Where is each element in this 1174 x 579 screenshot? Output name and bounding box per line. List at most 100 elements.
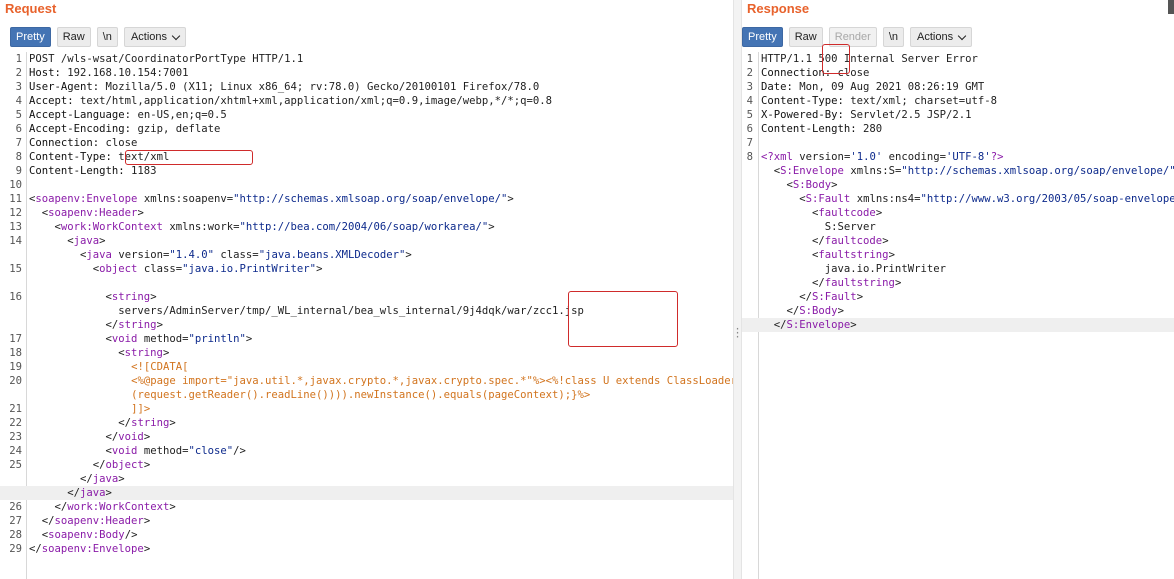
request-tab-raw[interactable]: Raw	[56, 27, 91, 47]
line-number: 10	[9, 179, 22, 191]
response-tab-pretty[interactable]: Pretty	[742, 27, 783, 47]
code-text: X-Powered-By: Servlet/2.5 JSP/2.1	[761, 109, 972, 121]
line-number: 18	[9, 347, 22, 359]
code-text: HTTP/1.1 500 Internal Server Error	[761, 53, 978, 65]
request-code-line: 24 <void method="close"/>	[0, 444, 733, 458]
request-tab-pretty[interactable]: Pretty	[10, 27, 51, 47]
line-number: 9	[15, 165, 22, 177]
response-code-line: 8 <?xml version='1.0' encoding='UTF-8'?>	[742, 150, 1174, 164]
request-code-line: 12 <soapenv:Header>	[0, 206, 733, 220]
request-code-line: 9 Content-Length: 1183	[0, 164, 733, 178]
request-code-line: 18 <string>	[0, 346, 733, 360]
line-number: 15	[9, 263, 22, 275]
line-number: 5	[15, 109, 22, 121]
code-text: <![CDATA[	[131, 361, 189, 373]
code-text: <faultstring>	[761, 249, 895, 261]
code-text: <void method="close"/>	[29, 445, 246, 457]
line-number: 4	[15, 95, 22, 107]
response-actions-button[interactable]: Actions	[910, 27, 973, 47]
code-text: </soapenv:Envelope>	[29, 543, 151, 555]
code-text: Accept-Language: en-US,en;q=0.5	[29, 109, 227, 121]
line-number: 17	[9, 333, 22, 345]
response-toolbar: Pretty Raw Render \n Actions	[742, 27, 978, 47]
code-text: java.io.PrintWriter	[761, 263, 946, 275]
line-number: 25	[9, 459, 22, 471]
code-text: Host: 192.168.10.154:7001	[29, 67, 189, 79]
request-code-line: 10	[0, 178, 733, 192]
response-code-line: 5 X-Powered-By: Servlet/2.5 JSP/2.1	[742, 108, 1174, 122]
response-tab-raw[interactable]: Raw	[788, 27, 823, 47]
line-number: 12	[9, 207, 22, 219]
drag-handle-icon[interactable]: · · ·	[734, 323, 741, 343]
line-number: 14	[9, 235, 22, 247]
line-number: 11	[9, 193, 22, 205]
line-number: 23	[9, 431, 22, 443]
line-number: 19	[9, 361, 22, 373]
response-code-line: <S:Body>	[742, 178, 1174, 192]
status-code-highlight-box	[822, 44, 850, 74]
request-code-line: </java>	[0, 486, 733, 500]
line-number: 29	[9, 543, 22, 555]
request-code-line: 4 Accept: text/html,application/xhtml+xml…	[0, 94, 733, 108]
request-code-line: 22 </string>	[0, 416, 733, 430]
line-number: 3	[15, 81, 22, 93]
line-number: 16	[9, 291, 22, 303]
response-code-line: </faultcode>	[742, 234, 1174, 248]
request-code-line: 21 ]]>	[0, 402, 733, 416]
request-code-line: 23 </void>	[0, 430, 733, 444]
request-code-line: 5 Accept-Language: en-US,en;q=0.5	[0, 108, 733, 122]
content-type-highlight-box	[125, 150, 253, 165]
request-code-line: 15 <object class="java.io.PrintWriter">	[0, 262, 733, 276]
line-number: 8	[15, 151, 22, 163]
code-text: </string>	[29, 319, 163, 331]
code-text: </S:Body>	[761, 305, 844, 317]
request-code-line: 13 <work:WorkContext xmlns:work="http://…	[0, 220, 733, 234]
code-text: <soapenv:Header>	[29, 207, 144, 219]
code-text: S:Server	[761, 221, 876, 233]
line-number: 20	[9, 375, 22, 387]
code-text: Content-Type: text/xml; charset=utf-8	[761, 95, 997, 107]
code-text: (request.getReader().readLine()))).newIn…	[131, 389, 591, 401]
request-actions-label: Actions	[130, 31, 168, 43]
request-code-line: (request.getReader().readLine()))).newIn…	[0, 388, 733, 402]
code-text: User-Agent: Mozilla/5.0 (X11; Linux x86_…	[29, 81, 540, 93]
pane-divider[interactable]: · · ·	[733, 0, 742, 579]
code-text: </faultstring>	[761, 277, 902, 289]
request-code-line	[0, 276, 733, 290]
request-code-line: 26 </work:WorkContext>	[0, 500, 733, 514]
request-code-line: 11 <soapenv:Envelope xmlns:soapenv="http:…	[0, 192, 733, 206]
code-text: <?xml version='1.0' encoding='UTF-8'?>	[761, 151, 1004, 163]
code-text: <soapenv:Body/>	[29, 529, 138, 541]
line-number: 5	[746, 109, 753, 121]
response-code-line: <faultstring>	[742, 248, 1174, 262]
code-text: servers/AdminServer/tmp/_WL_internal/bea…	[29, 305, 584, 317]
response-title: Response	[747, 1, 810, 16]
code-text: <object class="java.io.PrintWriter">	[29, 263, 323, 275]
request-code-line: 7 Connection: close	[0, 136, 733, 150]
code-text: Accept: text/html,application/xhtml+xml,…	[29, 95, 553, 107]
response-code-line: </S:Body>	[742, 304, 1174, 318]
line-number: 22	[9, 417, 22, 429]
scrollbar[interactable]	[1168, 0, 1174, 14]
line-number: 3	[746, 81, 753, 93]
code-text: <soapenv:Envelope xmlns:soapenv="http://…	[29, 193, 514, 205]
response-pane: Response Pretty Raw Render \n Actions 1H…	[742, 0, 1174, 579]
code-text: </java>	[29, 473, 125, 485]
request-code-line: 6 Accept-Encoding: gzip, deflate	[0, 122, 733, 136]
request-tab-newline[interactable]: \n	[96, 27, 118, 47]
request-code-line: 29 </soapenv:Envelope>	[0, 542, 733, 556]
line-number: 24	[9, 445, 22, 457]
request-code-line: 3 User-Agent: Mozilla/5.0 (X11; Linux x86…	[0, 80, 733, 94]
code-text: <string>	[29, 291, 157, 303]
line-number: 6	[15, 123, 22, 135]
line-number: 7	[15, 137, 22, 149]
response-code-line: </faultstring>	[742, 276, 1174, 290]
code-text: <string>	[29, 347, 170, 359]
response-editor[interactable]: 1 HTTP/1.1 500 Internal Server Error 2 Conn…	[742, 52, 1174, 579]
response-tab-newline[interactable]: \n	[882, 27, 905, 47]
request-actions-button[interactable]: Actions	[123, 27, 187, 47]
response-code-line: 4 Content-Type: text/xml; charset=utf-8	[742, 94, 1174, 108]
response-code-line: <S:Envelope xmlns:S="http://schemas.xmls…	[742, 164, 1174, 178]
code-text: </string>	[29, 417, 176, 429]
request-code-line: 25 </object>	[0, 458, 733, 472]
